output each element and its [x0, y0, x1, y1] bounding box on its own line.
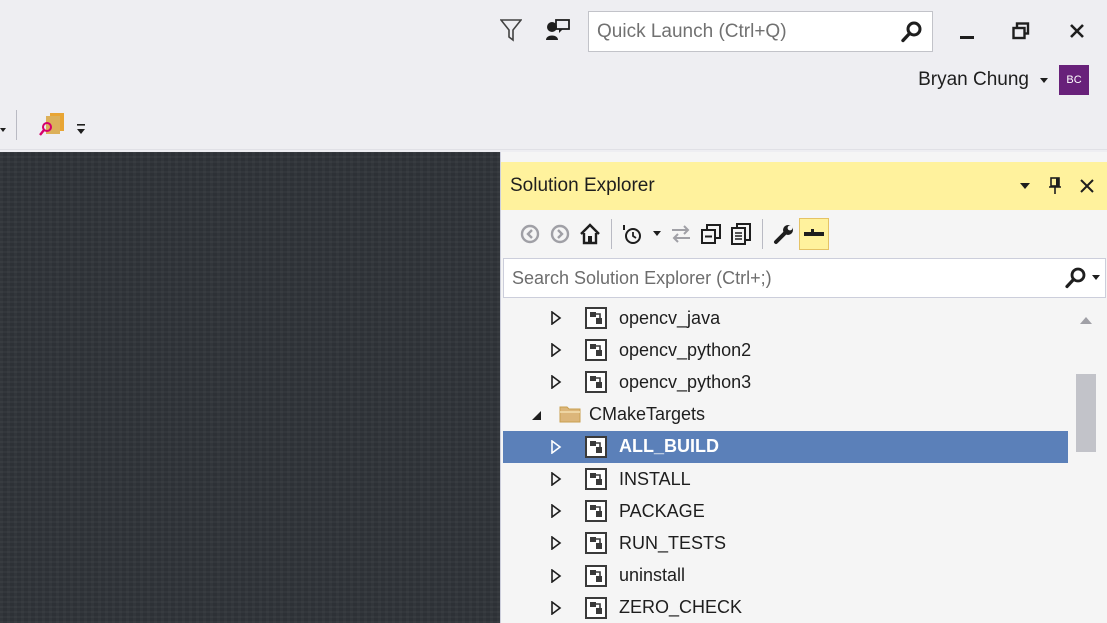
quick-launch-box[interactable]: [588, 11, 933, 52]
solution-explorer-search[interactable]: [503, 258, 1106, 298]
avatar[interactable]: BC: [1059, 65, 1089, 95]
toolbar-overflow-icon[interactable]: [76, 122, 86, 141]
collapsed-arrow-icon[interactable]: [549, 375, 563, 390]
search-input[interactable]: [504, 259, 1063, 297]
toolbar-separator: [16, 110, 17, 140]
tree-item[interactable]: opencv_python3: [503, 366, 1068, 398]
tree-item-label: ZERO_CHECK: [619, 597, 743, 618]
tree-item[interactable]: RUN_TESTS: [503, 527, 1068, 559]
window-position-icon[interactable]: [1010, 171, 1040, 201]
collapsed-arrow-icon[interactable]: [549, 472, 563, 486]
user-name[interactable]: Bryan Chung: [918, 69, 1029, 91]
tree-item-label: INSTALL: [619, 468, 691, 489]
tree-item-label: uninstall: [619, 565, 686, 586]
collapsed-arrow-icon[interactable]: [549, 568, 563, 583]
forward-icon[interactable]: [545, 218, 575, 250]
project-icon: [585, 339, 607, 362]
tree-item[interactable]: uninstall: [503, 560, 1068, 592]
account-menu[interactable]: Bryan Chung BC: [918, 64, 1089, 96]
tree-item[interactable]: ZERO_CHECK: [503, 592, 1068, 623]
close-icon[interactable]: [1070, 171, 1104, 201]
sync-with-document-icon[interactable]: [666, 218, 696, 250]
pending-changes-filter-icon[interactable]: [618, 218, 648, 250]
tree-item[interactable]: CMakeTargets: [503, 399, 1068, 431]
tree-item[interactable]: PACKAGE: [503, 495, 1068, 527]
tree-item[interactable]: ALL_BUILD: [503, 430, 1068, 463]
tree-item[interactable]: INSTALL: [503, 463, 1068, 495]
solution-explorer-panel: Solution Explorer Search Solution Explor…: [500, 152, 1107, 623]
home-icon[interactable]: [575, 218, 605, 250]
collapsed-arrow-icon[interactable]: [549, 343, 563, 358]
main-toolbar: [0, 100, 1107, 150]
tree-item-label: opencv_python2: [619, 339, 752, 360]
project-icon: [585, 500, 607, 523]
preview-selected-items-icon[interactable]: [799, 218, 829, 250]
show-all-files-icon[interactable]: [726, 218, 756, 250]
project-icon: [585, 468, 607, 490]
project-icon: [585, 435, 607, 458]
tree-item[interactable]: opencv_python2: [503, 334, 1068, 366]
vertical-scrollbar[interactable]: [1068, 300, 1107, 623]
search-options-dropdown-icon[interactable]: [1089, 274, 1103, 282]
back-icon[interactable]: [515, 218, 545, 250]
close-icon[interactable]: [1062, 16, 1092, 46]
solution-explorer-header: Solution Explorer: [501, 162, 1107, 210]
tree-item-label: opencv_java: [619, 307, 721, 328]
find-in-files-icon[interactable]: [38, 110, 68, 143]
scroll-thumb[interactable]: [1076, 374, 1096, 452]
filter-icon[interactable]: [496, 14, 526, 46]
search-icon[interactable]: [892, 12, 932, 51]
project-icon: [585, 371, 607, 394]
tree-item[interactable]: opencv_java: [503, 302, 1068, 334]
tree-item-label: ALL_BUILD: [619, 436, 719, 457]
expanded-arrow-icon[interactable]: [529, 408, 543, 422]
tree-item-label: RUN_TESTS: [619, 532, 727, 553]
quick-launch-input[interactable]: [589, 12, 892, 51]
solution-tree: opencv_java opencv_python2 opencv_python3 C…: [503, 300, 1068, 623]
project-icon: [585, 564, 607, 587]
tree-item-label: PACKAGE: [619, 500, 705, 521]
editor-area: [0, 152, 500, 623]
collapsed-arrow-icon[interactable]: [549, 536, 563, 551]
chevron-down-icon[interactable]: [1039, 71, 1049, 89]
title-bar: [0, 0, 1107, 62]
collapsed-arrow-icon[interactable]: [549, 504, 563, 519]
toolbar-separator: [611, 219, 612, 249]
toolbar-separator: [762, 219, 763, 249]
dropdown-arrow-icon[interactable]: [0, 121, 8, 139]
search-icon[interactable]: [1063, 267, 1089, 289]
chevron-down-icon[interactable]: [648, 218, 666, 250]
project-icon: [585, 596, 607, 619]
solution-explorer-toolbar: [501, 210, 1107, 258]
tree-item-label: CMakeTargets: [589, 404, 706, 425]
scroll-up-arrow-icon[interactable]: [1079, 312, 1093, 330]
panel-title: Solution Explorer: [510, 175, 655, 196]
feedback-icon[interactable]: [542, 14, 574, 46]
minimize-icon[interactable]: [952, 18, 982, 48]
folder-icon: [559, 404, 581, 426]
collapsed-arrow-icon[interactable]: [549, 439, 563, 454]
project-icon: [585, 532, 607, 555]
pin-icon[interactable]: [1040, 171, 1070, 201]
restore-icon[interactable]: [1006, 16, 1036, 46]
tree-item-label: opencv_python3: [619, 371, 752, 392]
collapsed-arrow-icon[interactable]: [549, 600, 563, 615]
collapse-all-icon[interactable]: [696, 218, 726, 250]
project-icon: [585, 307, 607, 329]
properties-wrench-icon[interactable]: [769, 218, 799, 250]
collapsed-arrow-icon[interactable]: [549, 311, 563, 325]
